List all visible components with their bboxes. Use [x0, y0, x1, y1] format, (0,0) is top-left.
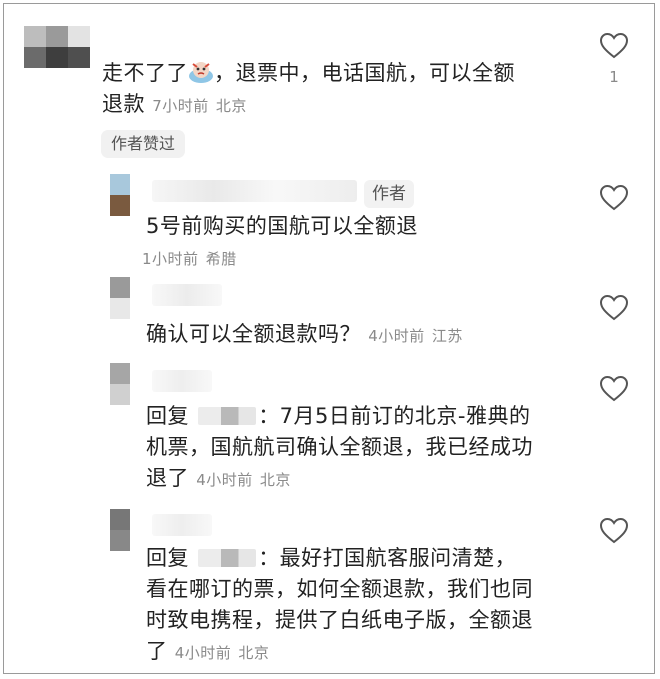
comment-text-part: 机票，国航航司确认全额退，我已经成功 — [146, 435, 533, 459]
comment-text-part: ，退票中，电话国航，可以全额 — [214, 61, 515, 85]
comment-time: 4小时前 — [174, 644, 232, 662]
comment-meta: 1小时前 希腊 — [142, 242, 237, 275]
author-liked-badge: 作者赞过 — [101, 130, 186, 158]
mentioned-username[interactable] — [198, 407, 257, 425]
reply-prefix: 回复 — [146, 546, 189, 570]
heart-outline-icon — [599, 517, 629, 544]
comment-text-part: 了 — [146, 639, 168, 663]
author-badge: 作者 — [364, 180, 414, 208]
comment-time: 4小时前 — [368, 327, 425, 345]
avatar[interactable] — [24, 26, 90, 68]
comment-time: 4小时前 — [196, 471, 253, 489]
heart-outline-icon — [599, 184, 629, 211]
comment-text-part: 退款 — [102, 92, 145, 116]
username[interactable] — [152, 284, 222, 306]
heart-outline-icon — [599, 32, 629, 59]
comment-text: 回复 ：最好打国航客服问清楚， 看在哪订的票，如何全额退款，我们也同 时致电携程… — [146, 543, 586, 669]
username[interactable] — [152, 180, 357, 202]
comment-text-part: 时致电携程，提供了白纸电子版，全额退 — [146, 608, 533, 632]
username[interactable] — [152, 514, 212, 536]
comment-time: 7小时前 — [152, 97, 209, 115]
comment-text: 确认可以全额退款吗？ 4小时前 江苏 — [146, 319, 586, 352]
comment-location: 北京 — [238, 644, 270, 662]
comment-location: 北京 — [259, 471, 291, 489]
comment-text-part: 退了 — [146, 466, 189, 490]
mentioned-username[interactable] — [198, 549, 257, 567]
like-button[interactable] — [598, 375, 630, 403]
comment-text-part: ：最好打国航客服问清楚， — [258, 546, 517, 570]
like-count: 1 — [609, 68, 619, 86]
avatar[interactable] — [110, 509, 130, 551]
comment-location: 希腊 — [205, 250, 237, 268]
comment-location: 北京 — [215, 97, 247, 115]
comment-text-part: 走不了了 — [102, 61, 188, 85]
comment-text: 5号前购买的国航可以全额退 — [146, 214, 418, 238]
comment-text: 回复 ：7月5日前订的北京-雅典的 机票，国航航司确认全额退，我已经成功 退了 … — [146, 401, 586, 496]
like-button[interactable] — [598, 294, 630, 322]
comment-text-part: 看在哪订的票，如何全额退款，我们也同 — [146, 577, 533, 601]
avatar[interactable] — [110, 277, 130, 319]
comments-panel: 走不了了 ，退票中，电话国航，可以全额 退款 7小时前 北京 作者赞过 1 作者 … — [3, 3, 655, 674]
comment-text-part: 确认可以全额退款吗？ — [146, 322, 361, 346]
heart-outline-icon — [599, 294, 629, 321]
crying-face-emoji-icon — [189, 62, 213, 83]
like-button[interactable] — [598, 184, 630, 212]
username[interactable] — [152, 370, 212, 392]
avatar[interactable] — [110, 363, 130, 405]
comment-time: 1小时前 — [142, 250, 199, 268]
heart-outline-icon — [599, 375, 629, 402]
comment-location: 江苏 — [431, 327, 463, 345]
comment-text: 走不了了 ，退票中，电话国航，可以全额 退款 7小时前 北京 — [102, 58, 572, 122]
comment-text-part: ：7月5日前订的北京-雅典的 — [258, 404, 531, 428]
like-button[interactable] — [598, 517, 630, 545]
reply-prefix: 回复 — [146, 404, 189, 428]
avatar[interactable] — [110, 174, 130, 216]
like-button[interactable] — [598, 32, 630, 60]
